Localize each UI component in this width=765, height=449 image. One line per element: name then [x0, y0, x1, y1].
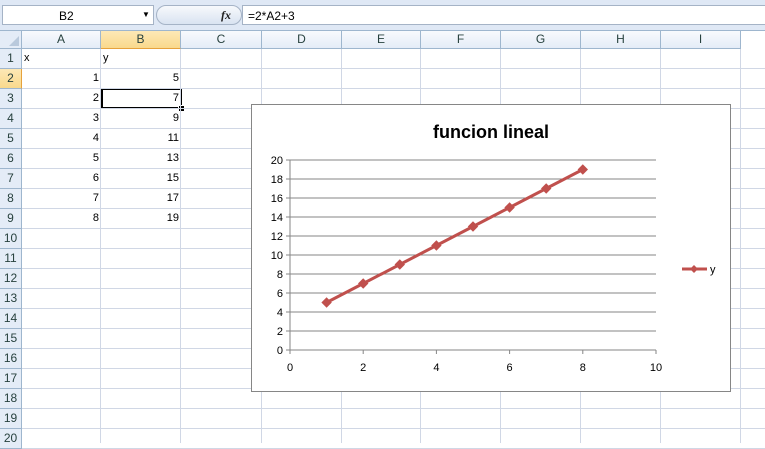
- y-tick-label: 16: [271, 193, 283, 205]
- cell-b4[interactable]: 9: [101, 109, 181, 129]
- row-header-4[interactable]: 4: [0, 109, 22, 129]
- y-tick-label: 18: [271, 174, 283, 186]
- chart-title: funcion lineal: [433, 122, 549, 142]
- row-header-18[interactable]: 18: [0, 389, 22, 409]
- gridline-horizontal: [22, 428, 765, 429]
- row-header-13[interactable]: 13: [0, 289, 22, 309]
- formula-input[interactable]: =2*A2+3: [242, 5, 765, 25]
- fx-label: fx: [221, 8, 231, 22]
- cell-a5[interactable]: 4: [22, 129, 101, 149]
- row-header-9[interactable]: 9: [0, 209, 22, 229]
- row-header-7[interactable]: 7: [0, 169, 22, 189]
- row-header-3[interactable]: 3: [0, 89, 22, 109]
- x-tick-label: 8: [580, 362, 586, 374]
- row-header-20[interactable]: 20: [0, 429, 22, 449]
- y-tick-label: 2: [277, 326, 283, 338]
- formula-text: =2*A2+3: [248, 9, 295, 23]
- chart[interactable]: funcion lineal 0 2 4 6 8 10 12 14 16 18 20 0 2 4 6 8 10 y: [251, 104, 731, 392]
- y-tick-label: 0: [277, 345, 283, 357]
- worksheet-grid[interactable]: A B C D E F G H I 1 2 3 4 5 6 7 8 9 10 11 12 13 14 15 16 17 18 19 20…: [0, 31, 765, 449]
- cell-b7[interactable]: 15: [101, 169, 181, 189]
- y-tick-label: 20: [271, 155, 283, 167]
- column-header-i[interactable]: I: [661, 31, 741, 49]
- column-header-a[interactable]: A: [22, 31, 101, 49]
- y-tick-label: 6: [277, 288, 283, 300]
- x-tick-label: 0: [287, 362, 293, 374]
- row-header-14[interactable]: 14: [0, 309, 22, 329]
- cell-a4[interactable]: 3: [22, 109, 101, 129]
- cell-a3[interactable]: 2: [22, 89, 101, 109]
- cell-a7[interactable]: 6: [22, 169, 101, 189]
- gridline-horizontal: [22, 408, 765, 409]
- y-tick-label: 12: [271, 231, 283, 243]
- row-header-10[interactable]: 10: [0, 229, 22, 249]
- cell-b1[interactable]: y: [101, 49, 181, 69]
- chart-svg: funcion lineal 0 2 4 6 8 10 12 14 16 18 20 0 2 4 6 8 10 y: [271, 122, 716, 374]
- y-tick-label: 8: [277, 269, 283, 281]
- select-all-button[interactable]: [0, 31, 22, 49]
- cell-b9[interactable]: 19: [101, 209, 181, 229]
- cell-b2[interactable]: 5: [101, 69, 181, 89]
- chevron-down-icon[interactable]: ▼: [141, 10, 151, 20]
- name-box[interactable]: B2 ▼: [2, 5, 154, 25]
- formula-bar: B2 ▼ fx =2*A2+3: [0, 0, 765, 31]
- row-header-5[interactable]: 5: [0, 129, 22, 149]
- column-header-b[interactable]: B: [101, 31, 181, 49]
- row-header-6[interactable]: 6: [0, 149, 22, 169]
- y-tick-label: 14: [271, 212, 283, 224]
- select-all-triangle-icon: [9, 36, 19, 46]
- cell-b6[interactable]: 13: [101, 149, 181, 169]
- row-header-19[interactable]: 19: [0, 409, 22, 429]
- row-header-16[interactable]: 16: [0, 349, 22, 369]
- column-header-h[interactable]: H: [581, 31, 661, 49]
- x-tick-label: 2: [360, 362, 366, 374]
- legend-label: y: [710, 264, 716, 276]
- cell-a9[interactable]: 8: [22, 209, 101, 229]
- cell-a6[interactable]: 5: [22, 149, 101, 169]
- legend-marker: [690, 265, 698, 273]
- row-header-15[interactable]: 15: [0, 329, 22, 349]
- row-header-12[interactable]: 12: [0, 269, 22, 289]
- cell-b8[interactable]: 17: [101, 189, 181, 209]
- row-header-2[interactable]: 2: [0, 69, 22, 89]
- column-header-c[interactable]: C: [181, 31, 262, 49]
- cell-a2[interactable]: 1: [22, 69, 101, 89]
- column-header-g[interactable]: G: [501, 31, 581, 49]
- x-tick-label: 6: [507, 362, 513, 374]
- y-tick-label: 10: [271, 250, 283, 262]
- row-header-17[interactable]: 17: [0, 369, 22, 389]
- y-tick-label: 4: [277, 307, 283, 319]
- column-header-e[interactable]: E: [342, 31, 421, 49]
- insert-function-icon[interactable]: fx: [221, 8, 231, 23]
- column-header-f[interactable]: F: [421, 31, 501, 49]
- cell-a8[interactable]: 7: [22, 189, 101, 209]
- x-tick-label: 4: [433, 362, 439, 374]
- x-tick-label: 10: [650, 362, 662, 374]
- cell-a1[interactable]: x: [22, 49, 101, 69]
- name-box-value: B2: [59, 9, 74, 23]
- row-header-11[interactable]: 11: [0, 249, 22, 269]
- cell-b5[interactable]: 11: [101, 129, 181, 149]
- row-header-8[interactable]: 8: [0, 189, 22, 209]
- cell-b3[interactable]: 7: [101, 89, 181, 109]
- row-header-1[interactable]: 1: [0, 49, 22, 69]
- column-header-d[interactable]: D: [262, 31, 342, 49]
